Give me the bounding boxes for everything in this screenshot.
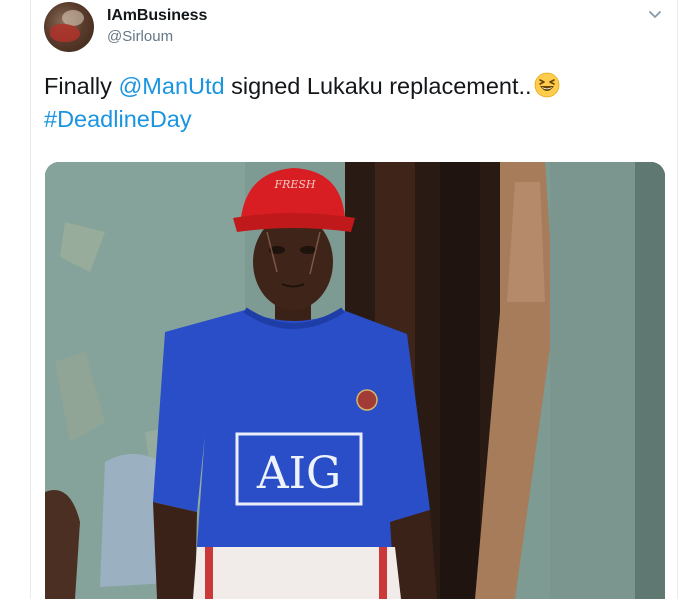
door-shadow bbox=[440, 162, 480, 599]
photo-illustration: FRESH AIG bbox=[45, 162, 665, 599]
avatar-detail bbox=[50, 24, 80, 42]
eye bbox=[300, 246, 316, 254]
hashtag-link[interactable]: #DeadlineDay bbox=[44, 106, 192, 132]
tweet-text-end: signed Lukaku replacement.. bbox=[224, 73, 532, 99]
wall-right-shadow bbox=[635, 162, 665, 599]
shorts-stripe bbox=[379, 547, 387, 599]
tweet-photo[interactable]: FRESH AIG bbox=[45, 162, 665, 599]
white-shorts bbox=[193, 547, 401, 599]
cap-logo: FRESH bbox=[273, 178, 315, 191]
grinning-squinting-face-emoji-icon bbox=[534, 72, 559, 98]
avatar[interactable] bbox=[44, 2, 94, 52]
jersey-sponsor: AIG bbox=[256, 448, 341, 499]
user-handle[interactable]: @Sirloum bbox=[107, 28, 173, 45]
display-name[interactable]: IAmBusiness bbox=[107, 7, 207, 25]
shorts-stripe bbox=[205, 547, 213, 599]
tweet-text: Finally @ManUtd signed Lukaku replacemen… bbox=[44, 70, 654, 136]
left-arm bbox=[153, 502, 197, 599]
chevron-down-icon[interactable] bbox=[647, 8, 663, 22]
mention-link[interactable]: @ManUtd bbox=[118, 73, 224, 99]
tweet-text-start: Finally bbox=[44, 73, 119, 99]
jersey-crest bbox=[356, 389, 378, 411]
